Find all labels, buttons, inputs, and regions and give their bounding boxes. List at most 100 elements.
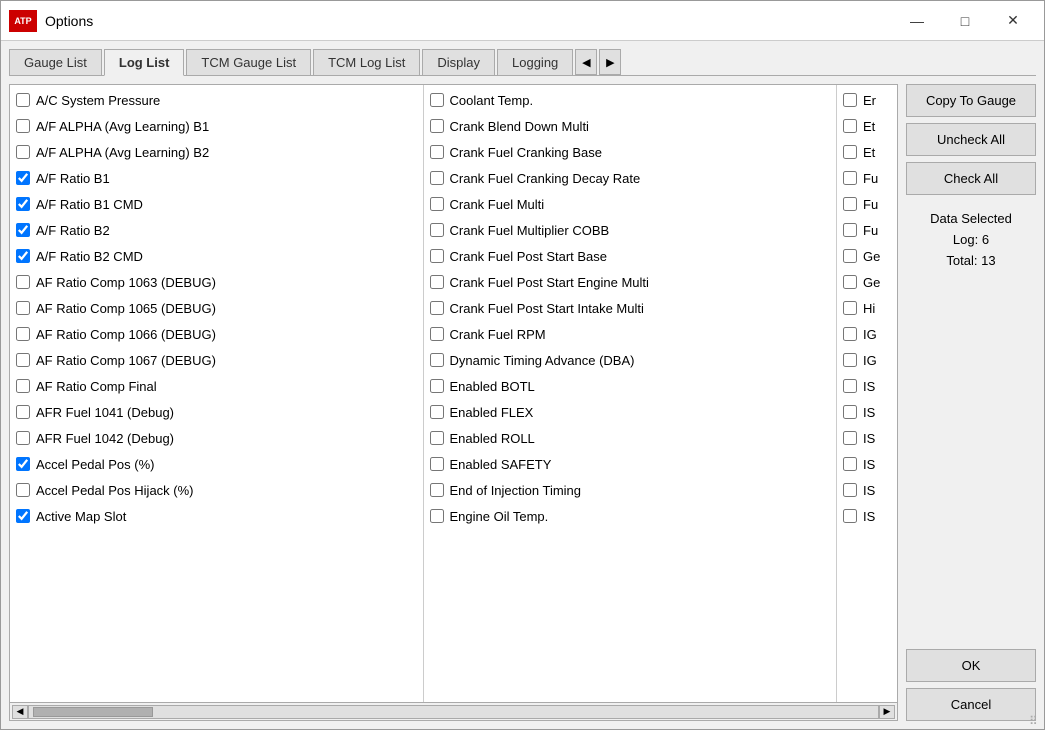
list-item-checkbox[interactable] xyxy=(430,483,444,497)
list-item-checkbox[interactable] xyxy=(16,119,30,133)
maximize-button[interactable]: □ xyxy=(942,5,988,37)
list-item[interactable]: AF Ratio Comp 1067 (DEBUG) xyxy=(10,347,423,373)
list-item[interactable]: Engine Oil Temp. xyxy=(424,503,837,529)
list-item-checkbox[interactable] xyxy=(843,145,857,159)
close-button[interactable]: ✕ xyxy=(990,5,1036,37)
list-item-checkbox[interactable] xyxy=(430,249,444,263)
list-item-checkbox[interactable] xyxy=(843,327,857,341)
list-item-checkbox[interactable] xyxy=(843,301,857,315)
list-scroll-area[interactable]: A/C System PressureA/F ALPHA (Avg Learni… xyxy=(10,85,897,702)
list-item-checkbox[interactable] xyxy=(430,93,444,107)
list-item[interactable]: Crank Fuel Post Start Base xyxy=(424,243,837,269)
list-item[interactable]: AFR Fuel 1042 (Debug) xyxy=(10,425,423,451)
list-item[interactable]: AF Ratio Comp 1066 (DEBUG) xyxy=(10,321,423,347)
list-item[interactable]: Accel Pedal Pos (%) xyxy=(10,451,423,477)
list-item-checkbox[interactable] xyxy=(843,379,857,393)
list-item[interactable]: IG xyxy=(837,321,897,347)
list-item[interactable]: Et xyxy=(837,113,897,139)
minimize-button[interactable]: — xyxy=(894,5,940,37)
list-item[interactable]: Fu xyxy=(837,165,897,191)
list-item[interactable]: Ge xyxy=(837,269,897,295)
list-item-checkbox[interactable] xyxy=(16,405,30,419)
tab-gauge-list[interactable]: Gauge List xyxy=(9,49,102,75)
list-item-checkbox[interactable] xyxy=(430,301,444,315)
list-item[interactable]: Enabled FLEX xyxy=(424,399,837,425)
list-item[interactable]: Accel Pedal Pos Hijack (%) xyxy=(10,477,423,503)
copy-to-gauge-button[interactable]: Copy To Gauge xyxy=(906,84,1036,117)
list-item-checkbox[interactable] xyxy=(16,93,30,107)
tab-tcm-gauge-list[interactable]: TCM Gauge List xyxy=(186,49,311,75)
scroll-right-arrow[interactable]: ▶ xyxy=(879,705,895,719)
list-item[interactable]: IG xyxy=(837,347,897,373)
list-item[interactable]: Crank Fuel Post Start Engine Multi xyxy=(424,269,837,295)
list-item[interactable]: Crank Fuel RPM xyxy=(424,321,837,347)
list-item[interactable]: Enabled ROLL xyxy=(424,425,837,451)
tab-display[interactable]: Display xyxy=(422,49,495,75)
list-item-checkbox[interactable] xyxy=(843,93,857,107)
list-item-checkbox[interactable] xyxy=(430,171,444,185)
list-item[interactable]: A/F ALPHA (Avg Learning) B1 xyxy=(10,113,423,139)
list-item-checkbox[interactable] xyxy=(16,145,30,159)
list-item-checkbox[interactable] xyxy=(843,275,857,289)
tab-logging[interactable]: Logging xyxy=(497,49,573,75)
list-item-checkbox[interactable] xyxy=(16,457,30,471)
list-item[interactable]: Hi xyxy=(837,295,897,321)
list-item-checkbox[interactable] xyxy=(430,457,444,471)
list-item[interactable]: Er xyxy=(837,87,897,113)
list-item-checkbox[interactable] xyxy=(430,327,444,341)
list-item-checkbox[interactable] xyxy=(843,353,857,367)
list-item-checkbox[interactable] xyxy=(430,353,444,367)
list-item-checkbox[interactable] xyxy=(843,249,857,263)
list-item[interactable]: A/F Ratio B2 CMD xyxy=(10,243,423,269)
list-item-checkbox[interactable] xyxy=(430,405,444,419)
tab-tcm-log-list[interactable]: TCM Log List xyxy=(313,49,420,75)
list-item-checkbox[interactable] xyxy=(16,223,30,237)
list-item[interactable]: Crank Fuel Multi xyxy=(424,191,837,217)
list-item-checkbox[interactable] xyxy=(843,457,857,471)
list-item-checkbox[interactable] xyxy=(843,431,857,445)
check-all-button[interactable]: Check All xyxy=(906,162,1036,195)
list-item-checkbox[interactable] xyxy=(16,275,30,289)
list-item[interactable]: Fu xyxy=(837,217,897,243)
list-item-checkbox[interactable] xyxy=(430,223,444,237)
list-item-checkbox[interactable] xyxy=(16,301,30,315)
list-item[interactable]: IS xyxy=(837,503,897,529)
list-item[interactable]: Crank Fuel Post Start Intake Multi xyxy=(424,295,837,321)
list-item[interactable]: IS xyxy=(837,425,897,451)
list-item-checkbox[interactable] xyxy=(430,197,444,211)
list-item-checkbox[interactable] xyxy=(843,197,857,211)
list-item[interactable]: Active Map Slot xyxy=(10,503,423,529)
list-item-checkbox[interactable] xyxy=(16,483,30,497)
list-item[interactable]: Crank Fuel Cranking Decay Rate xyxy=(424,165,837,191)
list-item[interactable]: IS xyxy=(837,477,897,503)
list-item[interactable]: End of Injection Timing xyxy=(424,477,837,503)
list-item-checkbox[interactable] xyxy=(16,431,30,445)
list-item[interactable]: AF Ratio Comp 1063 (DEBUG) xyxy=(10,269,423,295)
list-item-checkbox[interactable] xyxy=(430,145,444,159)
list-item-checkbox[interactable] xyxy=(843,119,857,133)
list-item-checkbox[interactable] xyxy=(16,197,30,211)
list-item[interactable]: Crank Blend Down Multi xyxy=(424,113,837,139)
scroll-left-arrow[interactable]: ◀ xyxy=(12,705,28,719)
list-item-checkbox[interactable] xyxy=(430,119,444,133)
list-item-checkbox[interactable] xyxy=(843,171,857,185)
list-item-checkbox[interactable] xyxy=(16,509,30,523)
list-item[interactable]: IS xyxy=(837,399,897,425)
list-item-checkbox[interactable] xyxy=(16,353,30,367)
tab-log-list[interactable]: Log List xyxy=(104,49,185,76)
list-item[interactable]: Dynamic Timing Advance (DBA) xyxy=(424,347,837,373)
list-item-checkbox[interactable] xyxy=(843,223,857,237)
tab-next-button[interactable]: ▶ xyxy=(599,49,621,75)
list-item[interactable]: AF Ratio Comp Final xyxy=(10,373,423,399)
list-item-checkbox[interactable] xyxy=(16,327,30,341)
list-item[interactable]: Fu xyxy=(837,191,897,217)
list-item[interactable]: Crank Fuel Cranking Base xyxy=(424,139,837,165)
list-item-checkbox[interactable] xyxy=(16,171,30,185)
list-item-checkbox[interactable] xyxy=(843,509,857,523)
list-item[interactable]: Crank Fuel Multiplier COBB xyxy=(424,217,837,243)
list-item[interactable]: A/F Ratio B1 xyxy=(10,165,423,191)
list-item-checkbox[interactable] xyxy=(430,379,444,393)
list-item[interactable]: Et xyxy=(837,139,897,165)
list-item-checkbox[interactable] xyxy=(16,379,30,393)
list-item-checkbox[interactable] xyxy=(843,483,857,497)
